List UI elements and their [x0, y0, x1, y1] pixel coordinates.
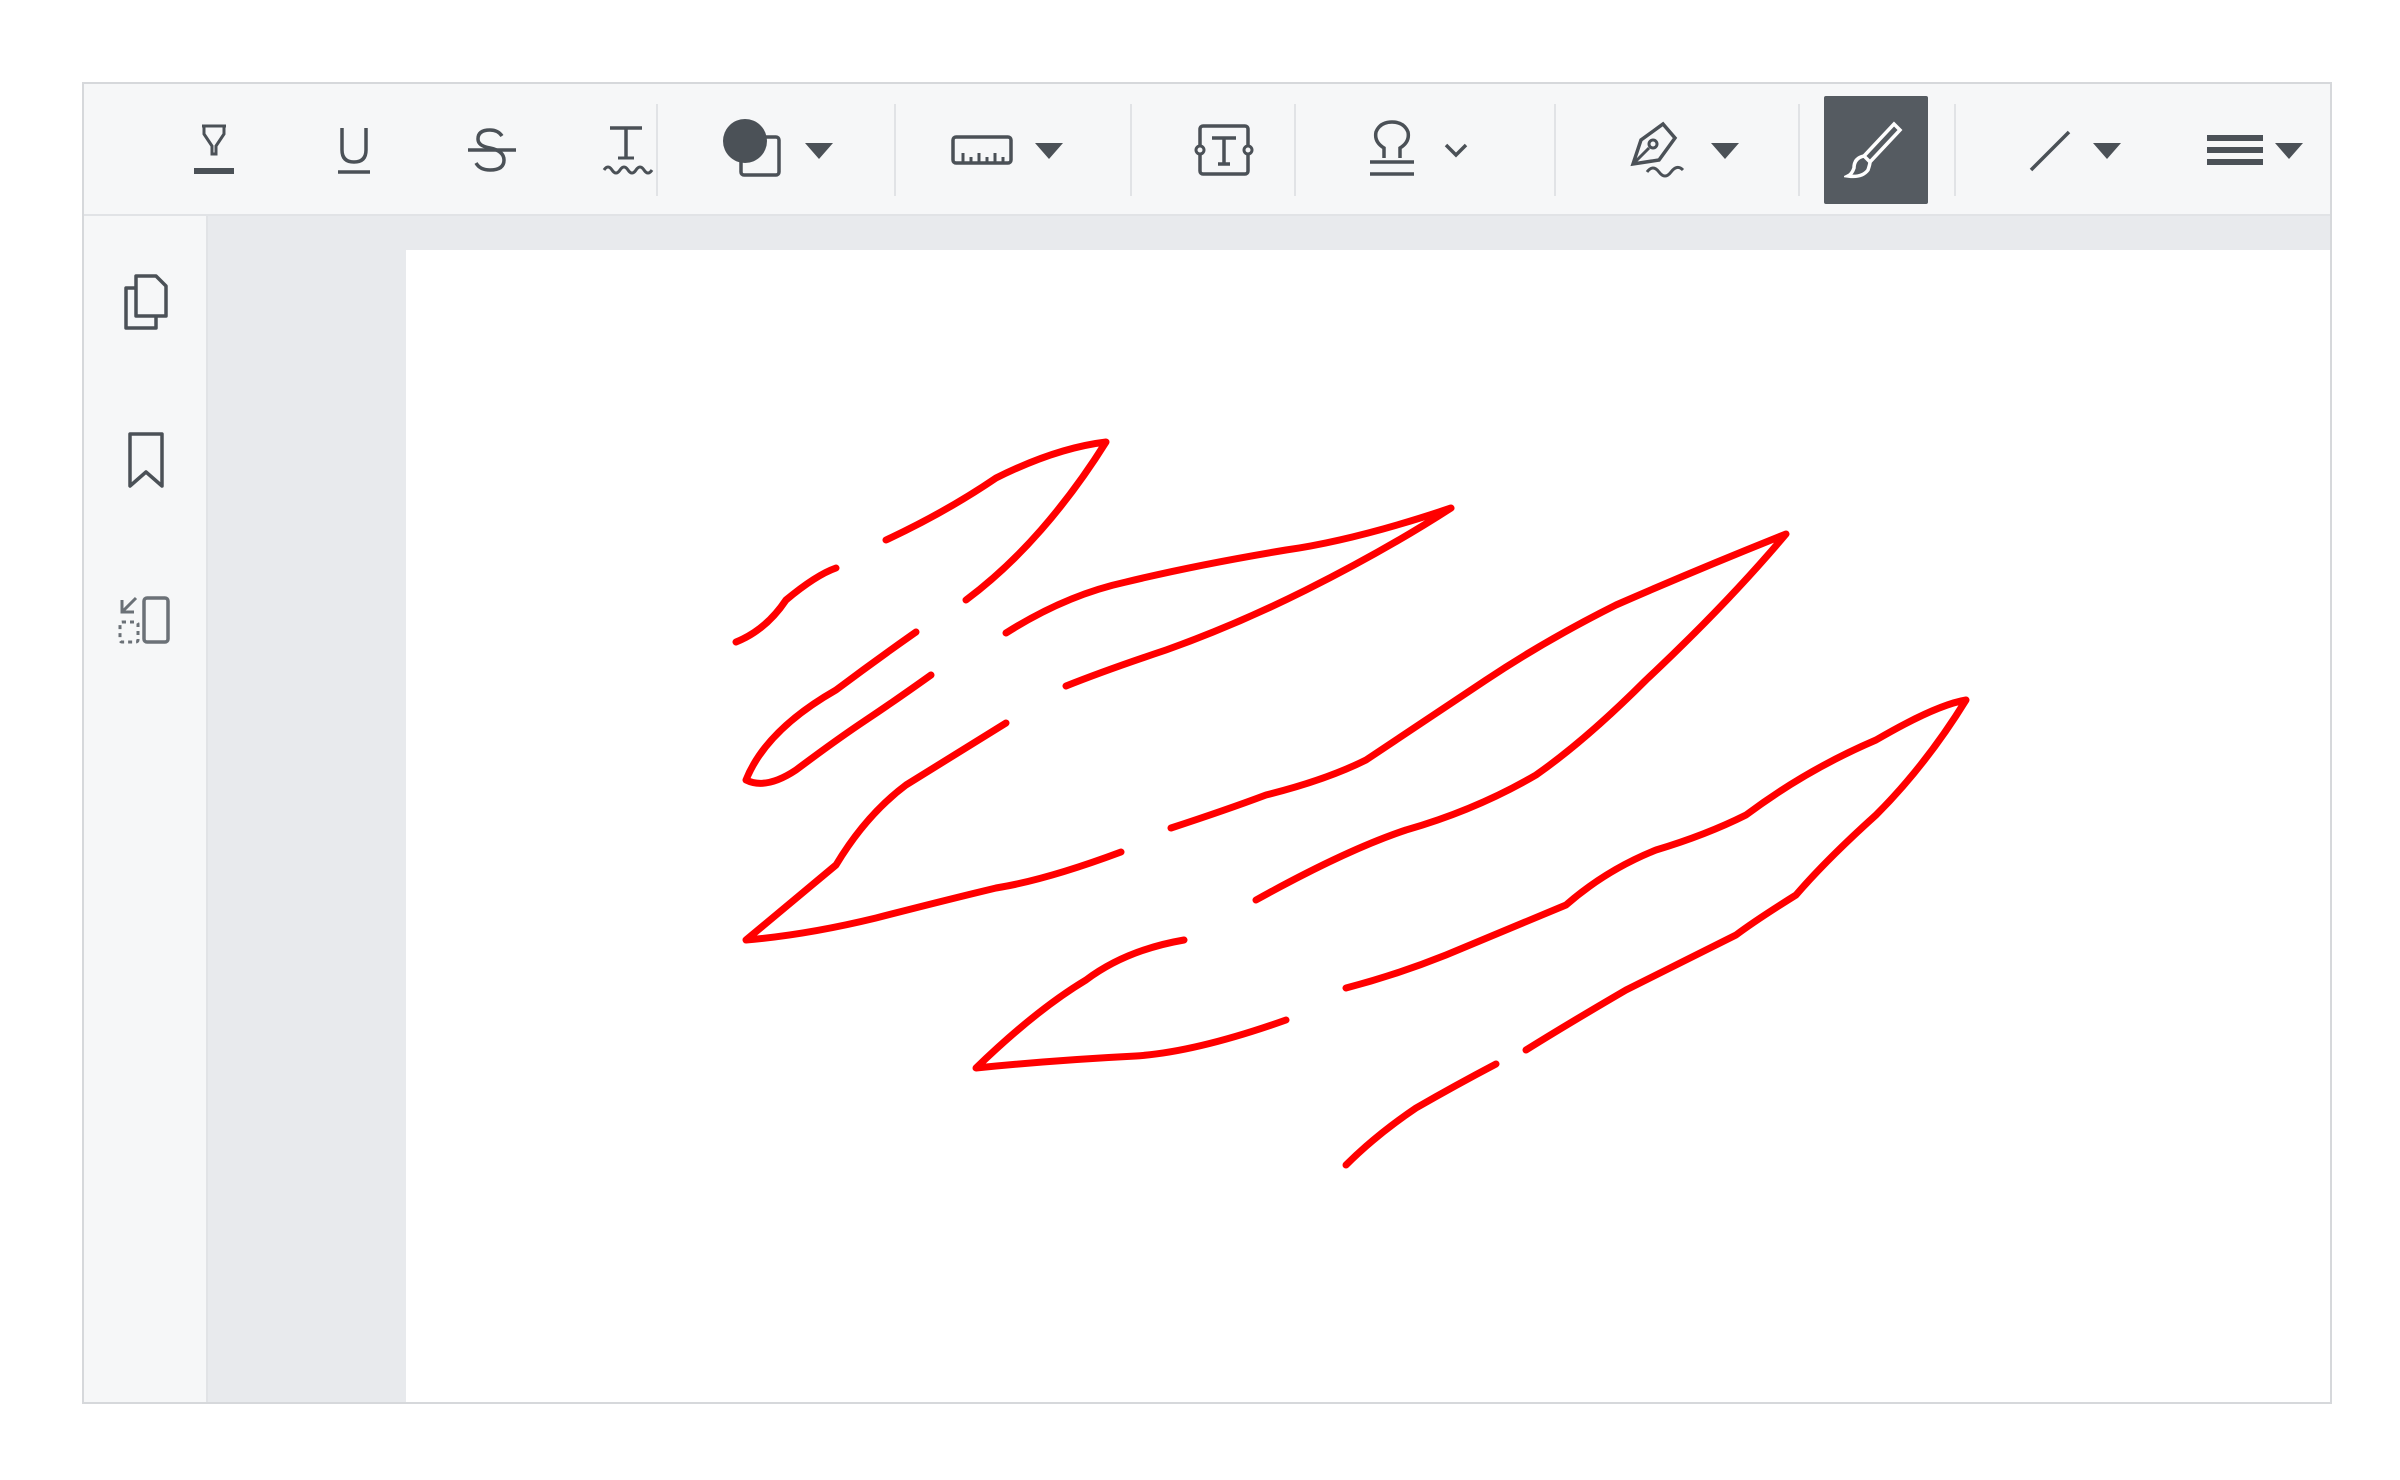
chevron-down-icon [805, 143, 833, 159]
toolbar-divider [1294, 104, 1296, 196]
toolbar-divider [1130, 104, 1132, 196]
underline-button[interactable] [314, 96, 394, 204]
outline-icon [118, 596, 170, 644]
stamp-icon [1370, 120, 1414, 176]
measure-icon [951, 135, 1013, 165]
ink-stroke[interactable] [742, 719, 1125, 944]
ink-stroke[interactable] [1167, 530, 1790, 904]
strikethrough-icon [468, 128, 516, 172]
bookmarks-button[interactable] [110, 424, 182, 496]
ink-stroke[interactable] [972, 936, 1290, 1072]
pages-button[interactable] [110, 266, 182, 338]
line-weight-button[interactable] [2194, 96, 2318, 204]
toolbar-divider [656, 104, 658, 196]
ink-stroke[interactable] [742, 628, 935, 787]
signature-button[interactable] [1604, 96, 1764, 204]
freehand-icon [1844, 121, 1903, 179]
left-sidebar [84, 216, 208, 1402]
squiggly-icon [602, 126, 654, 175]
toolbar-divider [1954, 104, 1956, 196]
freehand-annotation[interactable] [406, 250, 2330, 1402]
chevron-down-icon [1711, 143, 1739, 159]
outline-button[interactable] [110, 584, 182, 656]
toolbar-divider [894, 104, 896, 196]
ink-stroke[interactable] [732, 564, 840, 646]
chevron-down-icon [2093, 143, 2121, 159]
textbox-button[interactable] [1174, 96, 1274, 204]
ink-stroke[interactable] [1342, 696, 1970, 1054]
line-button[interactable] [2004, 96, 2144, 204]
ink-stroke[interactable] [1002, 504, 1455, 690]
ink-stroke[interactable] [882, 438, 1110, 604]
line-weight-icon [2207, 135, 2263, 165]
ink-stroke[interactable] [1342, 1060, 1500, 1169]
shape-button[interactable] [704, 96, 854, 204]
toolbar-divider [1798, 104, 1800, 196]
chevron-down-icon [2275, 143, 2303, 159]
pages-icon [124, 274, 168, 330]
freehand-button[interactable] [1824, 96, 1928, 204]
highlight-icon [194, 124, 234, 174]
measure-button[interactable] [934, 96, 1084, 204]
textbox-icon [1194, 124, 1254, 176]
annotation-toolbar [84, 84, 2330, 216]
strikethrough-button[interactable] [450, 96, 534, 204]
underline-icon [338, 128, 370, 174]
highlight-button[interactable] [174, 96, 254, 204]
signature-icon [1630, 121, 1685, 178]
line-icon [2029, 130, 2071, 172]
shape-icon [723, 119, 781, 177]
chevron-down-icon [1444, 143, 1468, 158]
stamp-button[interactable] [1344, 96, 1494, 204]
bookmark-icon [128, 432, 164, 488]
chevron-down-icon [1035, 143, 1063, 159]
toolbar-divider [1554, 104, 1556, 196]
pdf-viewer-window [82, 82, 2332, 1404]
document-page[interactable] [406, 250, 2330, 1402]
